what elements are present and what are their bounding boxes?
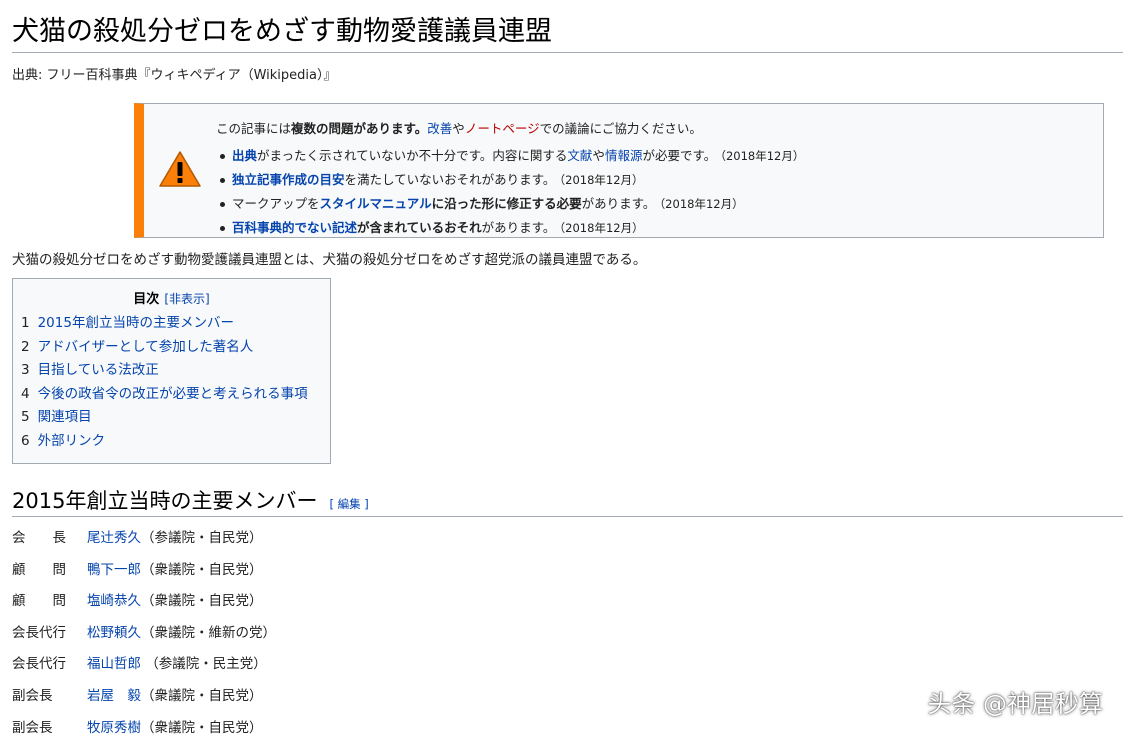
issues-intro-text: での議論にご協力ください。: [539, 121, 702, 136]
issue-date: （2018年12月）: [720, 149, 805, 163]
toc-number: 1: [21, 315, 30, 331]
toc-hide-toggle[interactable]: [非表示]: [164, 292, 209, 306]
member-role: 会長代行: [12, 656, 66, 673]
issue-text: があります。: [481, 220, 556, 235]
issue-text: があります。: [581, 196, 656, 211]
table-of-contents: 目次 [非表示] 1 2015年創立当時の主要メンバー 2 アドバイザーとして参加した…: [12, 278, 331, 464]
member-name-link[interactable]: 鴨下一郎: [87, 562, 141, 578]
member-affiliation: （参議院・民主党）: [141, 656, 267, 673]
issue-text: を満たしていないおそれがあります。: [344, 172, 556, 187]
intro-paragraph: 犬猫の殺処分ゼロをめざす動物愛護議員連盟とは、犬猫の殺処分ゼロをめざす超党派の議…: [12, 252, 647, 268]
title-divider: [12, 52, 1123, 53]
improve-link[interactable]: 改善: [427, 121, 452, 136]
member-name-link[interactable]: 塩崎恭久: [87, 593, 141, 609]
toc-item[interactable]: 3 目指している法改正: [21, 359, 308, 383]
member-affiliation: （参議院・自民党）: [141, 530, 263, 546]
issue-text: がまったく示されていないか不十分です。内容に関する: [257, 148, 568, 163]
notability-guideline-link[interactable]: 独立記事作成の目安: [232, 172, 345, 187]
issue-item-sources: 出典がまったく示されていないか不十分です。内容に関する文献や情報源が必要です。（…: [216, 144, 804, 168]
unencyclopedic-content-link[interactable]: 百科事典的でない記述: [232, 220, 357, 235]
issue-date: （2018年12月）: [559, 221, 644, 235]
member-affiliation: （衆議院・自民党）: [141, 561, 263, 578]
issue-item-style: マークアップをスタイルマニュアルに沿った形に修正する必要があります。 （2018年…: [216, 192, 804, 216]
member-affiliation: （衆議院・自民党）: [141, 687, 263, 704]
toc-title: 目次: [133, 292, 160, 307]
issue-item-notability: 独立記事作成の目安を満たしていないおそれがあります。 （2018年12月）: [216, 168, 804, 192]
issue-text: マークアップを: [232, 196, 320, 211]
toc-item[interactable]: 5 関連項目: [21, 406, 308, 430]
member-role: 会 長: [12, 530, 66, 546]
multiple-issues-box: この記事には複数の問題があります。改善やノートページでの議論にご協力ください。 …: [134, 103, 1104, 238]
issues-intro: この記事には複数の問題があります。改善やノートページでの議論にご協力ください。: [216, 118, 702, 137]
edit-link[interactable]: [ 編集 ]: [329, 497, 368, 511]
toc-list: 1 2015年創立当時の主要メンバー 2 アドバイザーとして参加した著名人 3 目指し…: [21, 312, 308, 453]
member-name-link[interactable]: 福山哲郎: [87, 656, 141, 672]
page-title: 犬猫の殺処分ゼロをめざす動物愛護議員連盟: [12, 16, 552, 47]
literature-link[interactable]: 文献: [567, 148, 592, 163]
toc-number: 5: [21, 409, 30, 425]
toc-link[interactable]: アドバイザーとして参加した著名人: [38, 339, 254, 355]
toc-number: 3: [21, 362, 30, 378]
member-name-link[interactable]: 牧原秀樹: [87, 720, 141, 736]
toc-number: 2: [21, 338, 30, 355]
toc-link[interactable]: 関連項目: [38, 409, 92, 425]
toc-link[interactable]: 今後の政省令の改正が必要と考えられる事項: [38, 386, 308, 402]
toc-item[interactable]: 1 2015年創立当時の主要メンバー: [21, 312, 308, 336]
source-line: 出典: フリー百科事典『ウィキペディア（Wikipedia）』: [12, 68, 337, 83]
issue-bold-text: に沿った形に修正する必要: [431, 196, 582, 211]
member-role: 顧 問: [12, 561, 66, 578]
member-role: 副会長: [12, 719, 53, 736]
toc-link[interactable]: 外部リンク: [38, 433, 106, 449]
issues-intro-text: や: [452, 121, 465, 136]
member-name-link[interactable]: 尾辻秀久: [87, 530, 141, 546]
toc-link[interactable]: 2015年創立当時の主要メンバー: [38, 315, 234, 331]
issues-list: 出典がまったく示されていないか不十分です。内容に関する文献や情報源が必要です。（…: [216, 144, 804, 240]
toc-heading: 目次 [非表示]: [13, 288, 330, 307]
style-manual-link[interactable]: スタイルマニュアル: [320, 196, 432, 211]
member-name-link[interactable]: 岩屋 毅: [87, 688, 141, 704]
issues-intro-bold: 複数の問題があります。: [291, 121, 428, 136]
member-affiliation: （衆議院・自民党）: [141, 719, 263, 736]
talk-page-link[interactable]: ノートページ: [465, 121, 540, 136]
watermark: 头条 @神居秒算: [927, 690, 1103, 718]
information-source-link[interactable]: 情報源: [605, 148, 643, 163]
member-role: 副会長: [12, 687, 53, 704]
issue-text: が必要です。: [642, 148, 717, 163]
toc-item[interactable]: 6 外部リンク: [21, 430, 308, 454]
section-edit-link[interactable]: [ 編集 ]: [329, 497, 368, 511]
toc-number: 6: [21, 432, 30, 449]
member-role: 顧 問: [12, 593, 66, 610]
issues-intro-text: この記事には: [216, 121, 292, 136]
warning-triangle-icon: [159, 151, 201, 187]
toc-link[interactable]: 目指している法改正: [38, 362, 159, 378]
member-role: 会長代行: [12, 624, 66, 641]
issue-date: （2018年12月）: [559, 173, 644, 187]
issue-item-unencyclopedic: 百科事典的でない記述が含まれているおそれがあります。 （2018年12月）: [216, 216, 804, 240]
section-heading: 2015年創立当時の主要メンバー [ 編集 ]: [12, 486, 369, 519]
member-affiliation: （衆議院・自民党）: [141, 593, 263, 610]
issue-text: や: [592, 148, 605, 163]
issue-bold-text: が含まれているおそれ: [357, 220, 482, 235]
section-divider: [12, 516, 1123, 517]
toc-item[interactable]: 4 今後の政省令の改正が必要と考えられる事項: [21, 383, 308, 407]
sources-link[interactable]: 出典: [232, 148, 257, 163]
section-heading-text: 2015年創立当時の主要メンバー: [12, 489, 318, 513]
toc-number: 4: [21, 385, 30, 402]
issue-date: （2018年12月）: [659, 197, 744, 211]
member-affiliation: （衆議院・維新の党）: [141, 624, 276, 641]
toc-item[interactable]: 2 アドバイザーとして参加した著名人: [21, 336, 308, 360]
member-name-link[interactable]: 松野頼久: [87, 625, 141, 641]
